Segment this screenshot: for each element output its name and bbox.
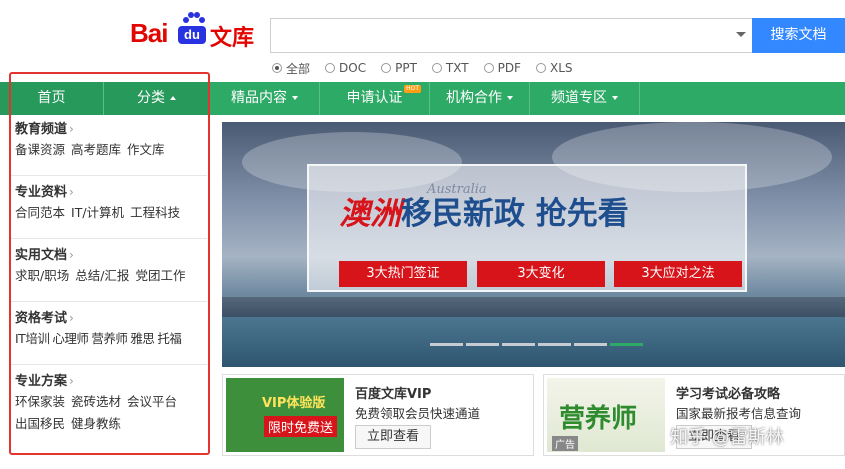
category-sidebar: 教育频道 › 备课资源 高考题库 作文库 专业资料 › 合同范本 IT/计算机 工程科技 实… <box>10 115 210 455</box>
radio-icon <box>272 63 282 73</box>
category-link[interactable]: 党团工作 <box>135 268 185 283</box>
category-link[interactable]: 总结/汇报 <box>75 268 129 283</box>
nutritionist-thumbnail: 营养师 广告 <box>547 378 665 452</box>
category-link[interactable]: IT/计算机 <box>71 205 124 220</box>
promo-banner[interactable]: Australia 澳洲移民新政 抢先看 3大热门签证 3大变化 3大应对之法 <box>222 122 845 367</box>
category-link[interactable]: 合同范本 <box>15 205 65 220</box>
logo-bai-text: Bai <box>130 18 168 48</box>
search-dropdown-icon[interactable] <box>736 32 746 37</box>
nav-certification[interactable]: 申请认证 HOT <box>320 82 430 115</box>
baidu-paw-icon <box>183 12 205 23</box>
carousel-dot-active[interactable] <box>610 343 643 346</box>
banner-city-skyline <box>222 297 845 317</box>
card-subtitle: 国家最新报考信息查询 <box>676 406 802 421</box>
card-title: 学习考试必备攻略 <box>676 387 781 402</box>
card-title: 百度文库VIP <box>355 387 432 402</box>
filetype-doc[interactable]: DOC <box>325 60 366 76</box>
filetype-ppt[interactable]: PPT <box>381 60 417 76</box>
carousel-dot[interactable] <box>502 343 535 346</box>
nav-channels[interactable]: 频道专区 <box>530 82 640 115</box>
zhihu-watermark: 知乎 @雷斯林 <box>670 427 784 448</box>
category-title[interactable]: 资格考试 › <box>10 308 207 328</box>
caret-up-icon <box>170 96 176 100</box>
vip-card[interactable]: VIP体验版 限时免费送 百度文库VIP 免费领取会员快速通道 立即查看 <box>222 374 534 456</box>
category-solutions: 专业方案 › 环保家装 瓷砖选材 会议平台出国移民 健身教练 <box>10 371 207 451</box>
search-box <box>270 18 752 53</box>
category-link[interactable]: 会议平台 <box>127 394 177 409</box>
nav-premium[interactable]: 精品内容 <box>210 82 320 115</box>
search-input[interactable] <box>271 19 726 52</box>
banner-headline-panel: Australia 澳洲移民新政 抢先看 3大热门签证 3大变化 3大应对之法 <box>307 164 747 292</box>
filetype-txt[interactable]: TXT <box>431 60 469 76</box>
category-link[interactable]: 瓷砖选材 <box>71 394 121 409</box>
radio-icon <box>483 63 494 73</box>
baidu-wenku-logo[interactable]: Bai du 文库 <box>130 10 255 51</box>
category-title[interactable]: 专业资料 › <box>10 182 207 202</box>
nav-partnership[interactable]: 机构合作 <box>430 82 530 115</box>
category-link[interactable]: 工程科技 <box>130 205 180 220</box>
category-title[interactable]: 实用文档 › <box>10 245 207 265</box>
nav-home[interactable]: 首页 <box>0 82 104 115</box>
filetype-pdf[interactable]: PDF <box>483 60 521 76</box>
logo-wenku-text: 文库 <box>210 26 255 51</box>
chevron-right-icon: › <box>69 311 74 325</box>
carousel-indicators <box>430 343 646 346</box>
vip-thumbnail: VIP体验版 限时免费送 <box>226 378 344 452</box>
category-link[interactable]: 出国移民 <box>15 416 65 431</box>
ad-label: 广告 <box>552 436 578 451</box>
chevron-right-icon: › <box>69 185 74 199</box>
chevron-right-icon: › <box>69 248 74 262</box>
category-practical: 实用文档 › 求职/职场 总结/汇报 党团工作 <box>10 245 207 302</box>
radio-icon <box>431 63 442 73</box>
carousel-dot[interactable] <box>466 343 499 346</box>
banner-button-visas[interactable]: 3大热门签证 <box>339 261 467 287</box>
category-link[interactable]: 雅思 <box>130 331 155 346</box>
chevron-right-icon: › <box>69 122 74 136</box>
carousel-dot[interactable] <box>574 343 607 346</box>
filetype-filter: 全部 DOC PPT TXT PDF XLS <box>272 60 588 76</box>
category-link[interactable]: 托福 <box>157 331 182 346</box>
category-link[interactable]: 作文库 <box>127 142 165 157</box>
category-professional: 专业资料 › 合同范本 IT/计算机 工程科技 <box>10 182 207 239</box>
main-nav: 首页 分类 精品内容 申请认证 HOT 机构合作 频道专区 <box>0 82 845 115</box>
category-education: 教育频道 › 备课资源 高考题库 作文库 <box>10 119 207 176</box>
caret-down-icon <box>507 96 513 100</box>
category-title[interactable]: 专业方案 › <box>10 371 207 391</box>
category-link[interactable]: 营养师 <box>91 331 128 346</box>
radio-icon <box>381 63 392 73</box>
caret-down-icon <box>612 96 618 100</box>
category-title[interactable]: 教育频道 › <box>10 119 207 139</box>
search-button[interactable]: 搜索文档 <box>752 18 845 53</box>
banner-button-strategies[interactable]: 3大应对之法 <box>614 261 742 287</box>
radio-icon <box>325 63 336 73</box>
category-link[interactable]: IT培训 <box>15 331 50 346</box>
nav-category[interactable]: 分类 <box>104 82 210 115</box>
logo-du-text: du <box>178 26 206 44</box>
filetype-xls[interactable]: XLS <box>535 60 573 76</box>
banner-water <box>222 317 845 367</box>
card-subtitle: 免费领取会员快速通道 <box>355 406 481 421</box>
banner-button-changes[interactable]: 3大变化 <box>477 261 605 287</box>
category-link[interactable]: 高考题库 <box>71 142 121 157</box>
category-link[interactable]: 环保家装 <box>15 394 65 409</box>
category-link[interactable]: 求职/职场 <box>15 268 69 283</box>
banner-title: 澳洲移民新政 抢先看 <box>339 196 629 232</box>
radio-icon <box>535 63 546 73</box>
chevron-right-icon: › <box>69 374 74 388</box>
category-link[interactable]: 健身教练 <box>71 416 121 431</box>
carousel-dot[interactable] <box>538 343 571 346</box>
category-link[interactable]: 心理师 <box>52 331 89 346</box>
filetype-all[interactable]: 全部 <box>272 60 310 76</box>
carousel-dot[interactable] <box>430 343 463 346</box>
hot-badge: HOT <box>404 85 421 93</box>
view-now-button[interactable]: 立即查看 <box>355 425 431 449</box>
category-exams: 资格考试 › IT培训 心理师 营养师 雅思 托福 <box>10 308 207 365</box>
caret-down-icon <box>292 96 298 100</box>
category-link[interactable]: 备课资源 <box>15 142 65 157</box>
